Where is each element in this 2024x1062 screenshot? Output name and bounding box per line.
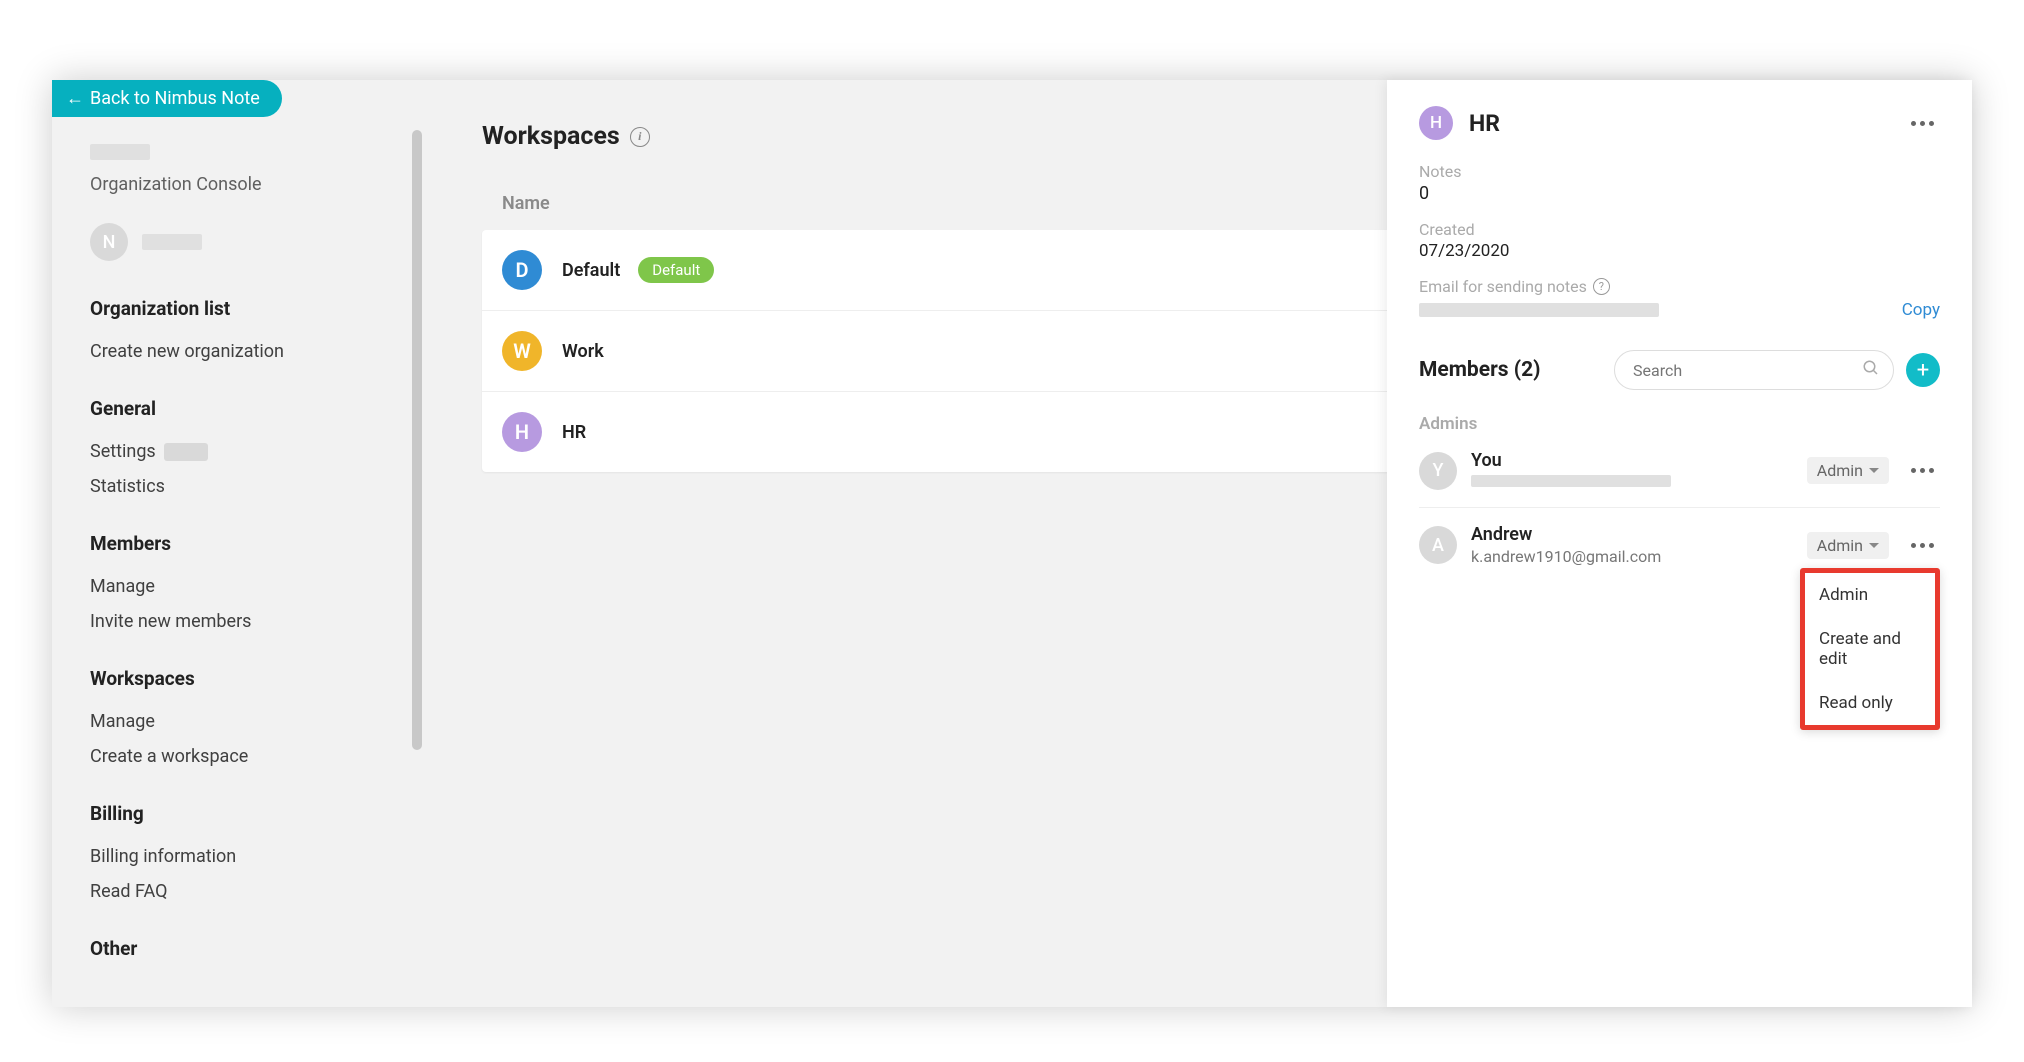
- role-label: Admin: [1817, 536, 1863, 555]
- workspace-avatar: W: [502, 331, 542, 371]
- add-member-button[interactable]: +: [1906, 353, 1940, 387]
- user-name-redacted: [142, 234, 202, 250]
- members-header: Members (2) +: [1419, 350, 1940, 390]
- nav-item-label: Create a workspace: [90, 746, 248, 767]
- nav-item-label: Billing information: [90, 846, 236, 867]
- nav-item-label: Invite new members: [90, 611, 251, 632]
- back-button[interactable]: ← Back to Nimbus Note: [52, 80, 282, 117]
- member-more-button[interactable]: [1905, 462, 1940, 479]
- workspace-avatar: D: [502, 250, 542, 290]
- nav-item-label: Create new organization: [90, 341, 284, 362]
- nav-item[interactable]: Invite new members: [90, 604, 394, 639]
- meta-block: Notes 0 Created 07/23/2020 Email for sen…: [1419, 162, 1940, 320]
- nav-section: Billing Billing information Read FAQ: [90, 802, 394, 909]
- nav-item[interactable]: Manage: [90, 569, 394, 604]
- nav-item[interactable]: Create new organization: [90, 334, 394, 369]
- sidebar-content: Organization Console N Organization list…: [52, 80, 422, 960]
- member-row: Y You Admin: [1419, 434, 1940, 508]
- email-label-row: Email for sending notes ?: [1419, 277, 1940, 296]
- role-dropdown: AdminCreate and editRead only: [1800, 568, 1940, 730]
- member-name: Andrew: [1471, 524, 1807, 545]
- workspace-avatar: H: [502, 412, 542, 452]
- nav-heading: Organization list: [90, 297, 394, 320]
- nav-section: Other: [90, 937, 394, 960]
- nav-item-label: Manage: [90, 711, 155, 732]
- arrow-left-icon: ←: [66, 88, 84, 109]
- scrollbar[interactable]: [412, 130, 422, 750]
- panel-header: H HR: [1419, 106, 1940, 140]
- email-label: Email for sending notes: [1419, 277, 1587, 296]
- role-selector[interactable]: Admin: [1807, 532, 1889, 559]
- nav-item[interactable]: Statistics: [90, 469, 394, 504]
- dropdown-item[interactable]: Create and edit: [1805, 617, 1935, 681]
- nav-item[interactable]: Settings: [90, 434, 394, 469]
- member-email: k.andrew1910@gmail.com: [1471, 547, 1807, 566]
- nav-item[interactable]: Create a workspace: [90, 739, 394, 774]
- member-avatar: A: [1419, 526, 1457, 564]
- nav-section: Members Manage Invite new members: [90, 532, 394, 639]
- notes-value: 0: [1419, 183, 1940, 204]
- member-name: You: [1471, 450, 1807, 471]
- nav-item-label: Statistics: [90, 476, 165, 497]
- panel-title: HR: [1469, 110, 1500, 137]
- search-input[interactable]: [1614, 350, 1894, 390]
- dropdown-item[interactable]: Admin: [1805, 573, 1935, 617]
- role-label: Admin: [1817, 461, 1863, 480]
- members-list: Y You Admin A Andrew k.andrew1910@gmail.com Ad…: [1419, 434, 1940, 582]
- nav-section: General Settings Statistics: [90, 397, 394, 504]
- member-more-button[interactable]: [1905, 537, 1940, 554]
- nav-item-label: Manage: [90, 576, 155, 597]
- nav-section: Workspaces Manage Create a workspace: [90, 667, 394, 774]
- copy-link[interactable]: Copy: [1902, 300, 1940, 320]
- member-avatar: Y: [1419, 452, 1457, 490]
- page-title: Workspaces: [482, 122, 620, 151]
- sidebar: ← Back to Nimbus Note Organization Conso…: [52, 80, 422, 1007]
- search-wrap: [1614, 350, 1894, 390]
- workspace-name: Default: [562, 260, 620, 281]
- nav-heading: Billing: [90, 802, 394, 825]
- console-label: Organization Console: [90, 174, 394, 195]
- nav: Organization list Create new organization…: [90, 297, 394, 960]
- nav-item-label: Settings: [90, 441, 156, 462]
- notes-label: Notes: [1419, 162, 1940, 181]
- workspace-name: Work: [562, 341, 604, 362]
- member-row: AAndrewk.andrew1910@gmail.comAdminAdminC…: [1419, 508, 1940, 582]
- created-label: Created: [1419, 220, 1940, 239]
- search-icon: [1862, 359, 1880, 381]
- member-email-redacted: [1471, 475, 1671, 487]
- org-name-redacted: [90, 144, 150, 160]
- email-redacted: [1419, 303, 1659, 317]
- current-user-row[interactable]: N: [90, 223, 394, 261]
- back-button-label: Back to Nimbus Note: [90, 88, 260, 109]
- info-icon[interactable]: i: [630, 127, 650, 147]
- nav-section: Organization list Create new organization: [90, 297, 394, 369]
- help-icon[interactable]: ?: [1593, 278, 1610, 295]
- panel-more-button[interactable]: [1905, 115, 1940, 132]
- nav-item[interactable]: Billing information: [90, 839, 394, 874]
- detail-panel: H HR Notes 0 Created 07/23/2020 Email fo…: [1387, 80, 1972, 1007]
- nav-heading: Workspaces: [90, 667, 394, 690]
- role-selector[interactable]: Admin: [1807, 457, 1889, 484]
- admins-label: Admins: [1419, 414, 1940, 434]
- workspace-name: HR: [562, 422, 586, 443]
- nav-heading: Other: [90, 937, 394, 960]
- default-badge: Default: [638, 257, 714, 283]
- user-avatar: N: [90, 223, 128, 261]
- nav-item[interactable]: Read FAQ: [90, 874, 394, 909]
- members-title: Members (2): [1419, 358, 1541, 382]
- dropdown-item[interactable]: Read only: [1805, 681, 1935, 725]
- created-value: 07/23/2020: [1419, 241, 1940, 261]
- new-badge: [164, 443, 208, 461]
- nav-heading: Members: [90, 532, 394, 555]
- nav-item-label: Read FAQ: [90, 881, 168, 902]
- nav-item[interactable]: Manage: [90, 704, 394, 739]
- nav-heading: General: [90, 397, 394, 420]
- chevron-down-icon: [1869, 468, 1879, 473]
- panel-avatar: H: [1419, 106, 1453, 140]
- chevron-down-icon: [1869, 543, 1879, 548]
